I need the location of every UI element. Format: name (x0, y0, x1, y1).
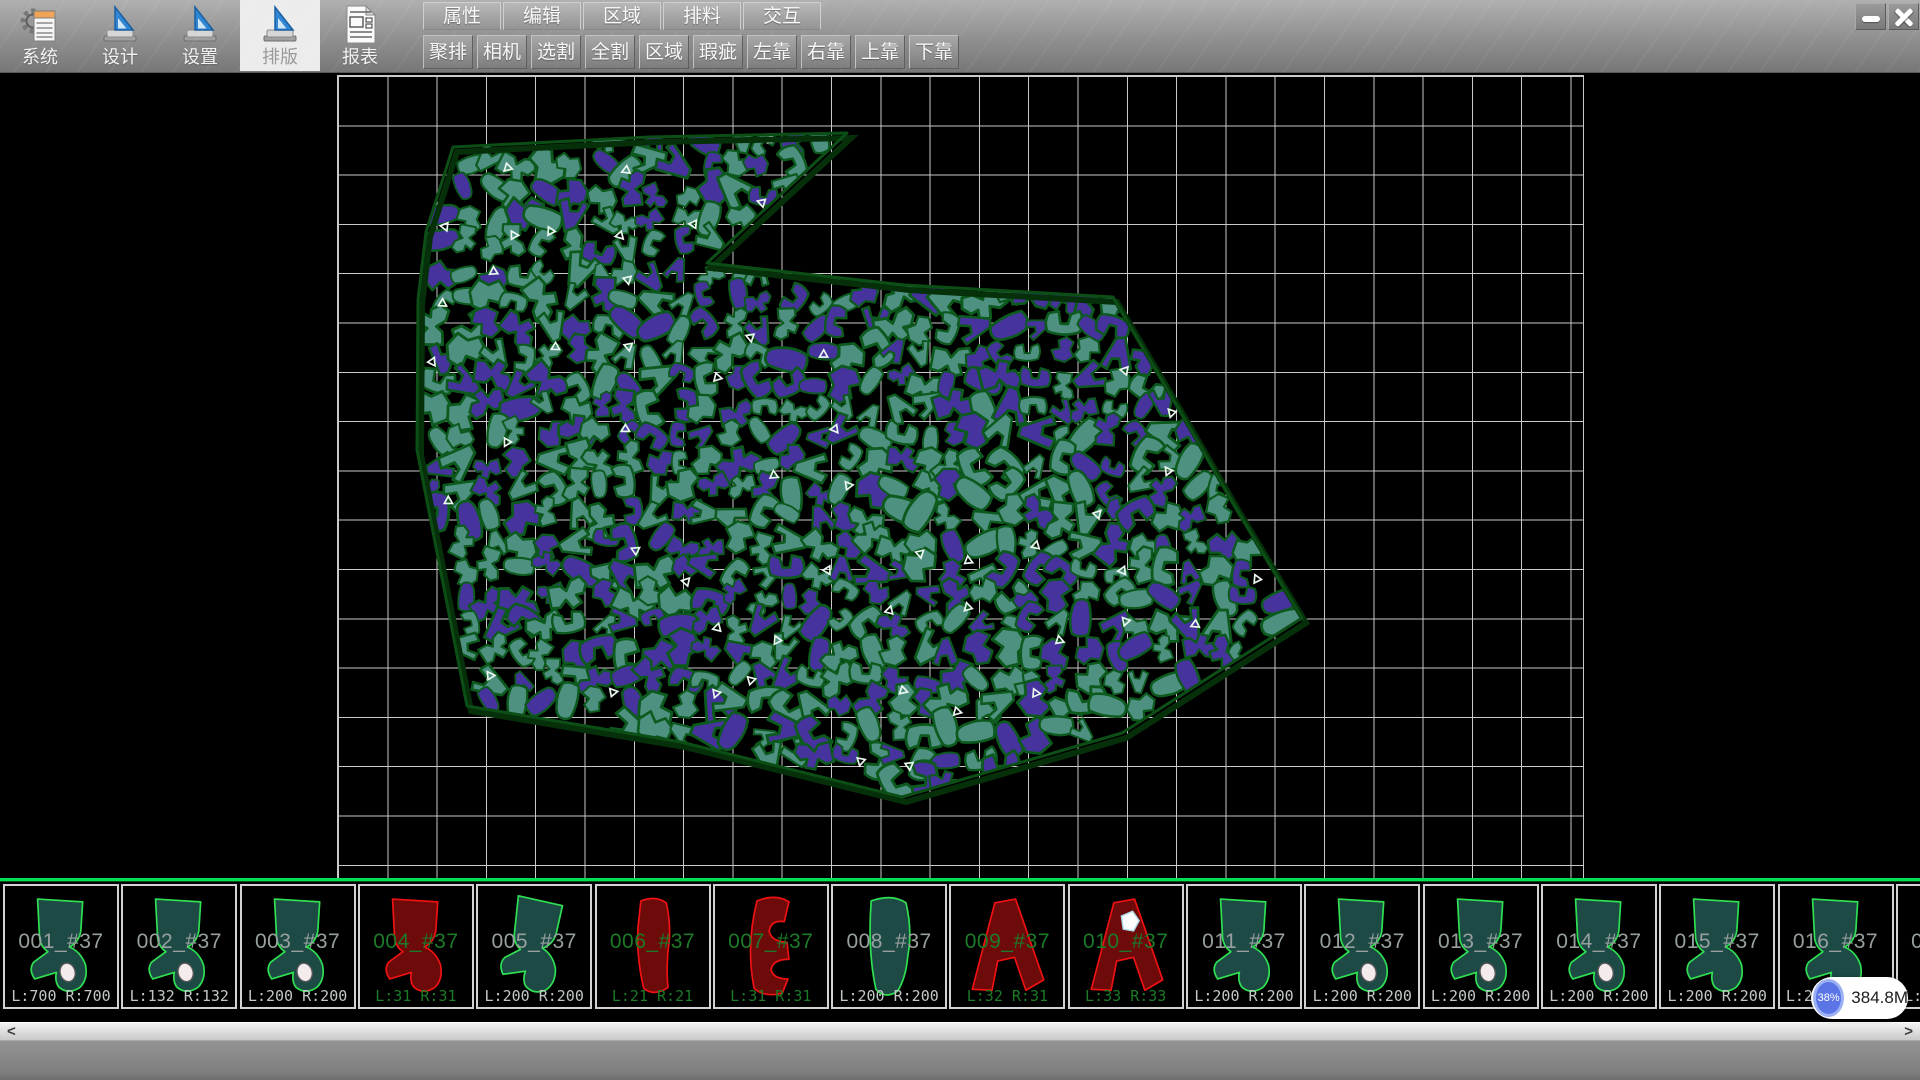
report-doc-icon (340, 3, 380, 47)
piece-thumbnail-009_#37[interactable]: 009_#37L:32 R:31 (949, 884, 1065, 1009)
piece-shape (1080, 890, 1174, 1004)
piece-thumbnail-003_#37[interactable]: 003_#37L:200 R:200 (240, 884, 356, 1009)
menu-tab-1[interactable]: 属性 (423, 2, 501, 30)
piece-shape (1671, 890, 1765, 1004)
scroll-right-arrow[interactable]: > (1904, 1023, 1913, 1040)
tool-button-9[interactable]: 上靠 (855, 35, 905, 69)
menu-tab-3[interactable]: 区域 (583, 2, 661, 30)
menu-tab-4[interactable]: 排料 (663, 2, 741, 30)
piece-thumbnail-012_#37[interactable]: 012_#37L:200 R:200 (1304, 884, 1420, 1009)
tool-button-7[interactable]: 左靠 (747, 35, 797, 69)
tool-button-3[interactable]: 选割 (531, 35, 581, 69)
piece-thumbnail-006_#37[interactable]: 006_#37L:21 R:21 (595, 884, 711, 1009)
app-button-label: 系统 (0, 47, 80, 67)
tool-button-10[interactable]: 下靠 (909, 35, 959, 69)
memory-usage: 384.8M (1851, 988, 1908, 1008)
app-button-settings-ruler[interactable]: 设置 (160, 0, 240, 71)
piece-thumbnail-005_#37[interactable]: 005_#37L:200 R:200 (476, 884, 592, 1009)
app-button-label: 设置 (160, 47, 240, 67)
piece-shape (843, 890, 937, 1004)
close-button[interactable] (1888, 3, 1919, 30)
tool-button-8[interactable]: 右靠 (801, 35, 851, 69)
progress-circle: 38% (1813, 979, 1844, 1017)
tool-button-5[interactable]: 区域 (639, 35, 689, 69)
toolbar: 系统设计设置排版报表 属性编辑区域排料交互 聚排相机选割全割区域瑕疵左靠右靠上靠… (0, 0, 1920, 73)
system-gear-icon (20, 3, 60, 47)
piece-shape (725, 890, 819, 1004)
app-button-label: 排版 (240, 47, 320, 67)
piece-thumbnail-002_#37[interactable]: 002_#37L:132 R:132 (121, 884, 237, 1009)
piece-shape (607, 890, 701, 1004)
nesting-ruler-icon (260, 3, 300, 47)
piece-thumbnail-011_#37[interactable]: 011_#37L:200 R:200 (1186, 884, 1302, 1009)
piece-shape (1316, 890, 1410, 1004)
nesting-canvas[interactable] (0, 72, 1920, 878)
piece-thumbnail-013_#37[interactable]: 013_#37L:200 R:200 (1423, 884, 1539, 1009)
piece-shape (252, 890, 346, 1004)
piece-thumbnail-008_#37[interactable]: 008_#37L:200 R:200 (831, 884, 947, 1009)
app-button-label: 设计 (80, 47, 160, 67)
piece-thumbnail-015_#37[interactable]: 015_#37L:200 R:200 (1659, 884, 1775, 1009)
tool-button-row: 聚排相机选割全割区域瑕疵左靠右靠上靠下靠 (423, 35, 963, 70)
app-button-design-ruler[interactable]: 设计 (80, 0, 160, 71)
piece-shape (1908, 890, 1920, 1004)
settings-ruler-icon (180, 3, 220, 47)
piece-thumbnail-004_#37[interactable]: 004_#37L:31 R:31 (358, 884, 474, 1009)
pieces-panel: 001_#37L:700 R:700002_#37L:132 R:132003_… (0, 882, 1920, 1012)
design-ruler-icon (100, 3, 140, 47)
minimize-button[interactable] (1855, 3, 1886, 30)
piece-shape (961, 890, 1055, 1004)
app-button-report-doc[interactable]: 报表 (320, 0, 400, 71)
piece-thumbnail-001_#37[interactable]: 001_#37L:700 R:700 (3, 884, 119, 1009)
application-window: 系统设计设置排版报表 属性编辑区域排料交互 聚排相机选割全割区域瑕疵左靠右靠上靠… (0, 0, 1920, 1080)
piece-shape (133, 890, 227, 1004)
piece-shape (15, 890, 109, 1004)
app-button-label: 报表 (320, 47, 400, 67)
tool-button-2[interactable]: 相机 (477, 35, 527, 69)
scroll-left-arrow[interactable]: < (7, 1023, 16, 1040)
piece-shape (370, 890, 464, 1004)
piece-shape (1198, 890, 1292, 1004)
tool-button-6[interactable]: 瑕疵 (693, 35, 743, 69)
horizontal-scrollbar[interactable]: < > (0, 1022, 1920, 1040)
app-button-nesting-ruler[interactable]: 排版 (240, 0, 320, 71)
menu-tab-2[interactable]: 编辑 (503, 2, 581, 30)
minimize-icon (1862, 16, 1880, 22)
progress-badge: 38% 384.8M (1811, 977, 1908, 1019)
menu-tab-row: 属性编辑区域排料交互 (423, 2, 823, 32)
app-button-system-gear[interactable]: 系统 (0, 0, 80, 71)
status-bar (0, 1040, 1920, 1080)
tool-button-4[interactable]: 全割 (585, 35, 635, 69)
piece-shape (480, 884, 591, 1009)
piece-thumbnail-014_#37[interactable]: 014_#37L:200 R:200 (1541, 884, 1657, 1009)
tool-button-1[interactable]: 聚排 (423, 35, 473, 69)
piece-thumbnail-010_#37[interactable]: 010_#37L:33 R:33 (1068, 884, 1184, 1009)
piece-shape (1435, 890, 1529, 1004)
piece-thumbnail-007_#37[interactable]: 007_#37L:31 R:31 (713, 884, 829, 1009)
piece-shape (1553, 890, 1647, 1004)
menu-tab-5[interactable]: 交互 (743, 2, 821, 30)
